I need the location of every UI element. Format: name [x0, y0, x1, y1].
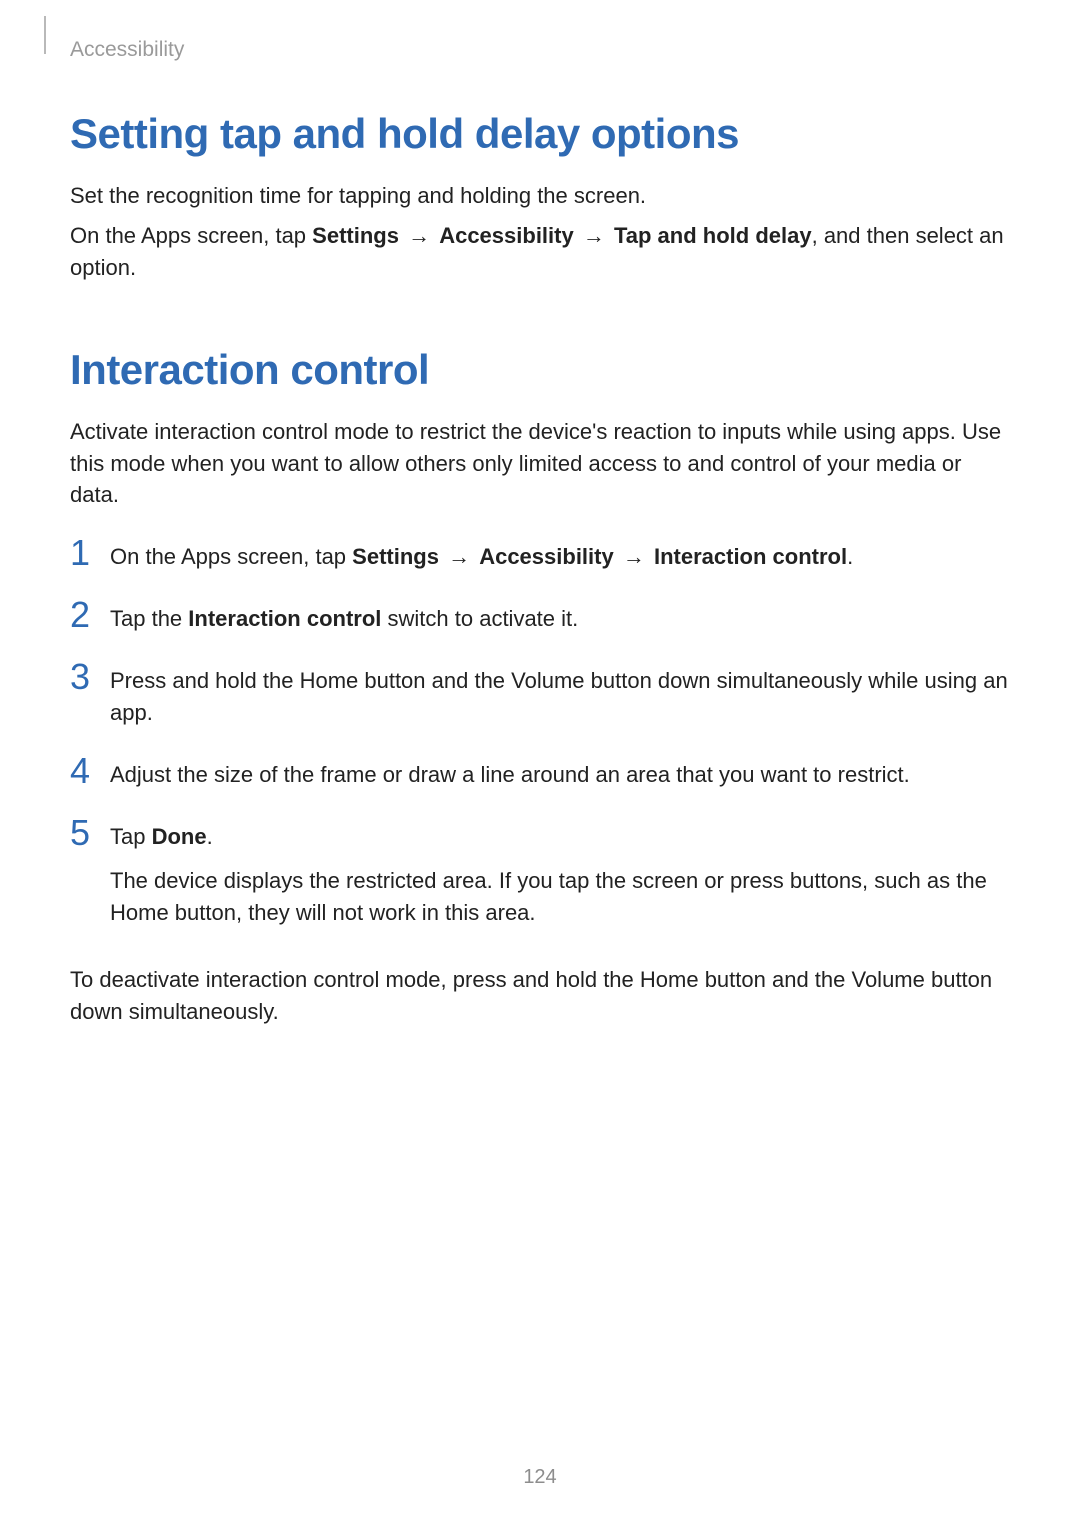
- step-body: Tap the Interaction control switch to ac…: [110, 597, 578, 635]
- done-label: Done: [152, 824, 207, 849]
- running-header: Accessibility: [70, 38, 1010, 62]
- arrow-icon: →: [580, 223, 608, 248]
- step-number: 3: [70, 659, 110, 695]
- settings-label: Settings: [352, 544, 439, 569]
- step-body: Press and hold the Home button and the V…: [110, 659, 1010, 729]
- step-number: 1: [70, 535, 110, 571]
- step-5-note: The device displays the restricted area.…: [110, 865, 1010, 929]
- section1-title: Setting tap and hold delay options: [70, 110, 1010, 158]
- section1-paragraph1: Set the recognition time for tapping and…: [70, 180, 1010, 212]
- text: Tap: [110, 824, 152, 849]
- settings-label: Settings: [312, 223, 399, 248]
- step-5: 5 Tap Done. The device displays the rest…: [70, 815, 1010, 941]
- arrow-icon: →: [445, 544, 473, 569]
- section2-intro: Activate interaction control mode to res…: [70, 416, 1010, 512]
- page-content: Accessibility Setting tap and hold delay…: [0, 0, 1080, 1028]
- arrow-icon: →: [620, 544, 648, 569]
- text: .: [207, 824, 213, 849]
- step-4: 4 Adjust the size of the frame or draw a…: [70, 753, 1010, 791]
- step-number: 5: [70, 815, 110, 851]
- text: Tap the: [110, 606, 188, 631]
- text: On the Apps screen, tap: [70, 223, 312, 248]
- interaction-control-label: Interaction control: [188, 606, 381, 631]
- accessibility-label: Accessibility: [439, 223, 574, 248]
- step-1: 1 On the Apps screen, tap Settings → Acc…: [70, 535, 1010, 573]
- section2-outro: To deactivate interaction control mode, …: [70, 964, 1010, 1028]
- header-divider: [44, 16, 46, 54]
- text: On the Apps screen, tap: [110, 544, 352, 569]
- text: .: [847, 544, 853, 569]
- section1-paragraph2: On the Apps screen, tap Settings → Acces…: [70, 220, 1010, 284]
- step-body: Adjust the size of the frame or draw a l…: [110, 753, 910, 791]
- step-number: 2: [70, 597, 110, 633]
- step-3: 3 Press and hold the Home button and the…: [70, 659, 1010, 729]
- step-body: On the Apps screen, tap Settings → Acces…: [110, 535, 853, 573]
- tap-and-hold-delay-label: Tap and hold delay: [614, 223, 812, 248]
- section2-title: Interaction control: [70, 346, 1010, 394]
- step-body: Tap Done. The device displays the restri…: [110, 815, 1010, 941]
- page-number: 124: [0, 1466, 1080, 1489]
- accessibility-label: Accessibility: [479, 544, 614, 569]
- arrow-icon: →: [405, 223, 433, 248]
- step-2: 2 Tap the Interaction control switch to …: [70, 597, 1010, 635]
- text: switch to activate it.: [381, 606, 578, 631]
- interaction-control-label: Interaction control: [654, 544, 847, 569]
- step-number: 4: [70, 753, 110, 789]
- steps-list: 1 On the Apps screen, tap Settings → Acc…: [70, 535, 1010, 940]
